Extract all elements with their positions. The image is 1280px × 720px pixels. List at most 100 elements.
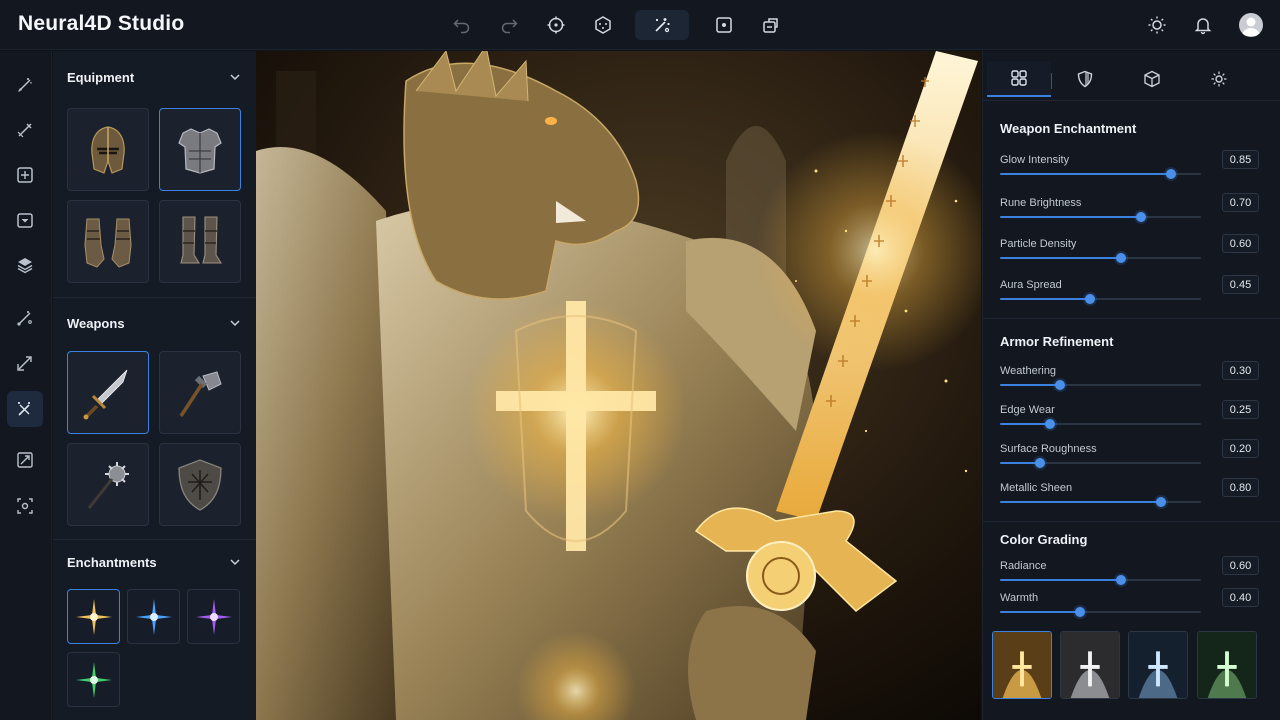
rail-crop-button[interactable] — [7, 157, 43, 193]
slider-thumb[interactable] — [1035, 458, 1046, 468]
user-icon — [1242, 17, 1260, 36]
slider-thumb[interactable] — [1165, 169, 1176, 179]
slider-row: Rune Brightness 0.70 — [1000, 193, 1259, 229]
rail-bake-button[interactable] — [7, 202, 43, 238]
preset-green[interactable] — [1197, 631, 1257, 699]
preset-blue[interactable] — [1128, 631, 1188, 699]
slider-thumb[interactable] — [1055, 380, 1066, 390]
tool-rail — [0, 51, 52, 720]
slider-track[interactable] — [1000, 212, 1201, 222]
weapon-shield-tile[interactable] — [159, 443, 241, 526]
slider-track[interactable] — [1000, 458, 1201, 468]
redo-button[interactable] — [491, 10, 527, 40]
equipment-gauntlets-tile[interactable] — [67, 200, 149, 283]
enchantment-purple-tile[interactable] — [187, 589, 240, 644]
slider-fill — [1000, 173, 1171, 175]
slider-fill — [1000, 257, 1121, 259]
slider-track[interactable] — [1000, 419, 1201, 429]
rail-brush-button[interactable] — [7, 67, 43, 103]
chevron-down-icon[interactable] — [228, 316, 242, 330]
user-avatar[interactable] — [1239, 13, 1263, 37]
slider-thumb[interactable] — [1045, 419, 1056, 429]
slider-track[interactable] — [1000, 169, 1201, 179]
slider-value-input[interactable]: 0.85 — [1222, 150, 1259, 169]
slider-value-input[interactable]: 0.70 — [1222, 193, 1259, 212]
rail-transform-button[interactable] — [7, 345, 43, 381]
preset-silver[interactable] — [1060, 631, 1120, 699]
target-button[interactable] — [538, 10, 574, 40]
slider-label: Metallic Sheen — [1000, 482, 1073, 494]
slider-label: Rune Brightness — [1000, 197, 1082, 209]
slider-track[interactable] — [1000, 497, 1201, 507]
blue-star-icon — [135, 598, 172, 635]
path-icon — [17, 311, 32, 326]
select-icon — [17, 498, 33, 514]
slider-thumb[interactable] — [1135, 212, 1146, 222]
weapon-war-hammer-tile[interactable] — [159, 351, 241, 434]
chevron-down-icon[interactable] — [228, 70, 242, 84]
chevron-down-icon[interactable] — [228, 555, 242, 569]
weapon-mace-tile[interactable] — [67, 443, 149, 526]
shield-icon — [178, 458, 222, 511]
rail-select-button[interactable] — [7, 488, 43, 524]
slider-value-input[interactable]: 0.80 — [1222, 478, 1259, 497]
slider-track[interactable] — [1000, 380, 1201, 390]
enchantment-blue-tile[interactable] — [127, 589, 180, 644]
rail-resize-button[interactable] — [7, 442, 43, 478]
equipment-section-header[interactable]: Equipment — [67, 66, 242, 88]
slider-thumb[interactable] — [1085, 294, 1096, 304]
export-icon — [763, 18, 778, 33]
equipment-chest-armor-tile[interactable] — [159, 108, 241, 191]
preset-silver-thumbnail — [1061, 632, 1119, 698]
layers-icon — [17, 258, 33, 274]
equipment-greaves-tile[interactable] — [159, 200, 241, 283]
slider-value-input[interactable]: 0.25 — [1222, 400, 1259, 419]
frame-icon — [716, 17, 732, 33]
slider-track[interactable] — [1000, 294, 1201, 304]
slider-value-input[interactable]: 0.40 — [1222, 588, 1259, 607]
slider-track[interactable] — [1000, 575, 1201, 585]
slider-thumb[interactable] — [1115, 575, 1126, 585]
frame-button[interactable] — [706, 10, 742, 40]
randomize-button[interactable] — [585, 10, 621, 40]
slider-thumb[interactable] — [1155, 497, 1166, 507]
render-canvas[interactable] — [256, 51, 981, 720]
slider-track[interactable] — [1000, 253, 1201, 263]
enchantments-section-header[interactable]: Enchantments — [67, 551, 242, 573]
slider-value-input[interactable]: 0.45 — [1222, 275, 1259, 294]
bake-icon — [17, 213, 33, 228]
rail-path-button[interactable] — [7, 300, 43, 336]
slider-fill — [1000, 462, 1041, 464]
slider-row: Edge Wear 0.25 — [1000, 400, 1259, 436]
rail-magic-wand-button[interactable] — [7, 391, 43, 427]
preset-gold[interactable] — [992, 631, 1052, 699]
equipment-helmet-tile[interactable] — [67, 108, 149, 191]
war-hammer-icon — [179, 370, 222, 417]
slider-value-input[interactable]: 0.60 — [1222, 234, 1259, 253]
notifications-button[interactable] — [1188, 10, 1218, 40]
slider-value-input[interactable]: 0.60 — [1222, 556, 1259, 575]
tab-enchantment[interactable] — [987, 61, 1051, 97]
slider-thumb[interactable] — [1115, 253, 1126, 263]
enchantment-gold-tile[interactable] — [67, 589, 120, 644]
export-button[interactable] — [753, 10, 789, 40]
magic-wand-icon — [655, 18, 670, 33]
tab-lighting[interactable] — [1187, 61, 1251, 97]
rail-layers-button[interactable] — [7, 247, 43, 283]
magic-wand-button[interactable] — [635, 10, 689, 40]
slider-value-input[interactable]: 0.30 — [1222, 361, 1259, 380]
theme-toggle[interactable] — [1142, 10, 1172, 40]
undo-button[interactable] — [444, 10, 480, 40]
weapon-sword-tile[interactable] — [67, 351, 149, 434]
slider-value-input[interactable]: 0.20 — [1222, 439, 1259, 458]
slider-track[interactable] — [1000, 607, 1201, 617]
rail-pen-button[interactable] — [7, 112, 43, 148]
weapons-section-header[interactable]: Weapons — [67, 312, 242, 334]
tab-model[interactable] — [1120, 61, 1184, 97]
dice-icon — [595, 16, 611, 34]
resize-icon — [17, 452, 33, 468]
enchantment-green-tile[interactable] — [67, 652, 120, 707]
tab-armor[interactable] — [1053, 61, 1117, 97]
purple-star-icon — [195, 598, 232, 635]
slider-thumb[interactable] — [1075, 607, 1086, 617]
